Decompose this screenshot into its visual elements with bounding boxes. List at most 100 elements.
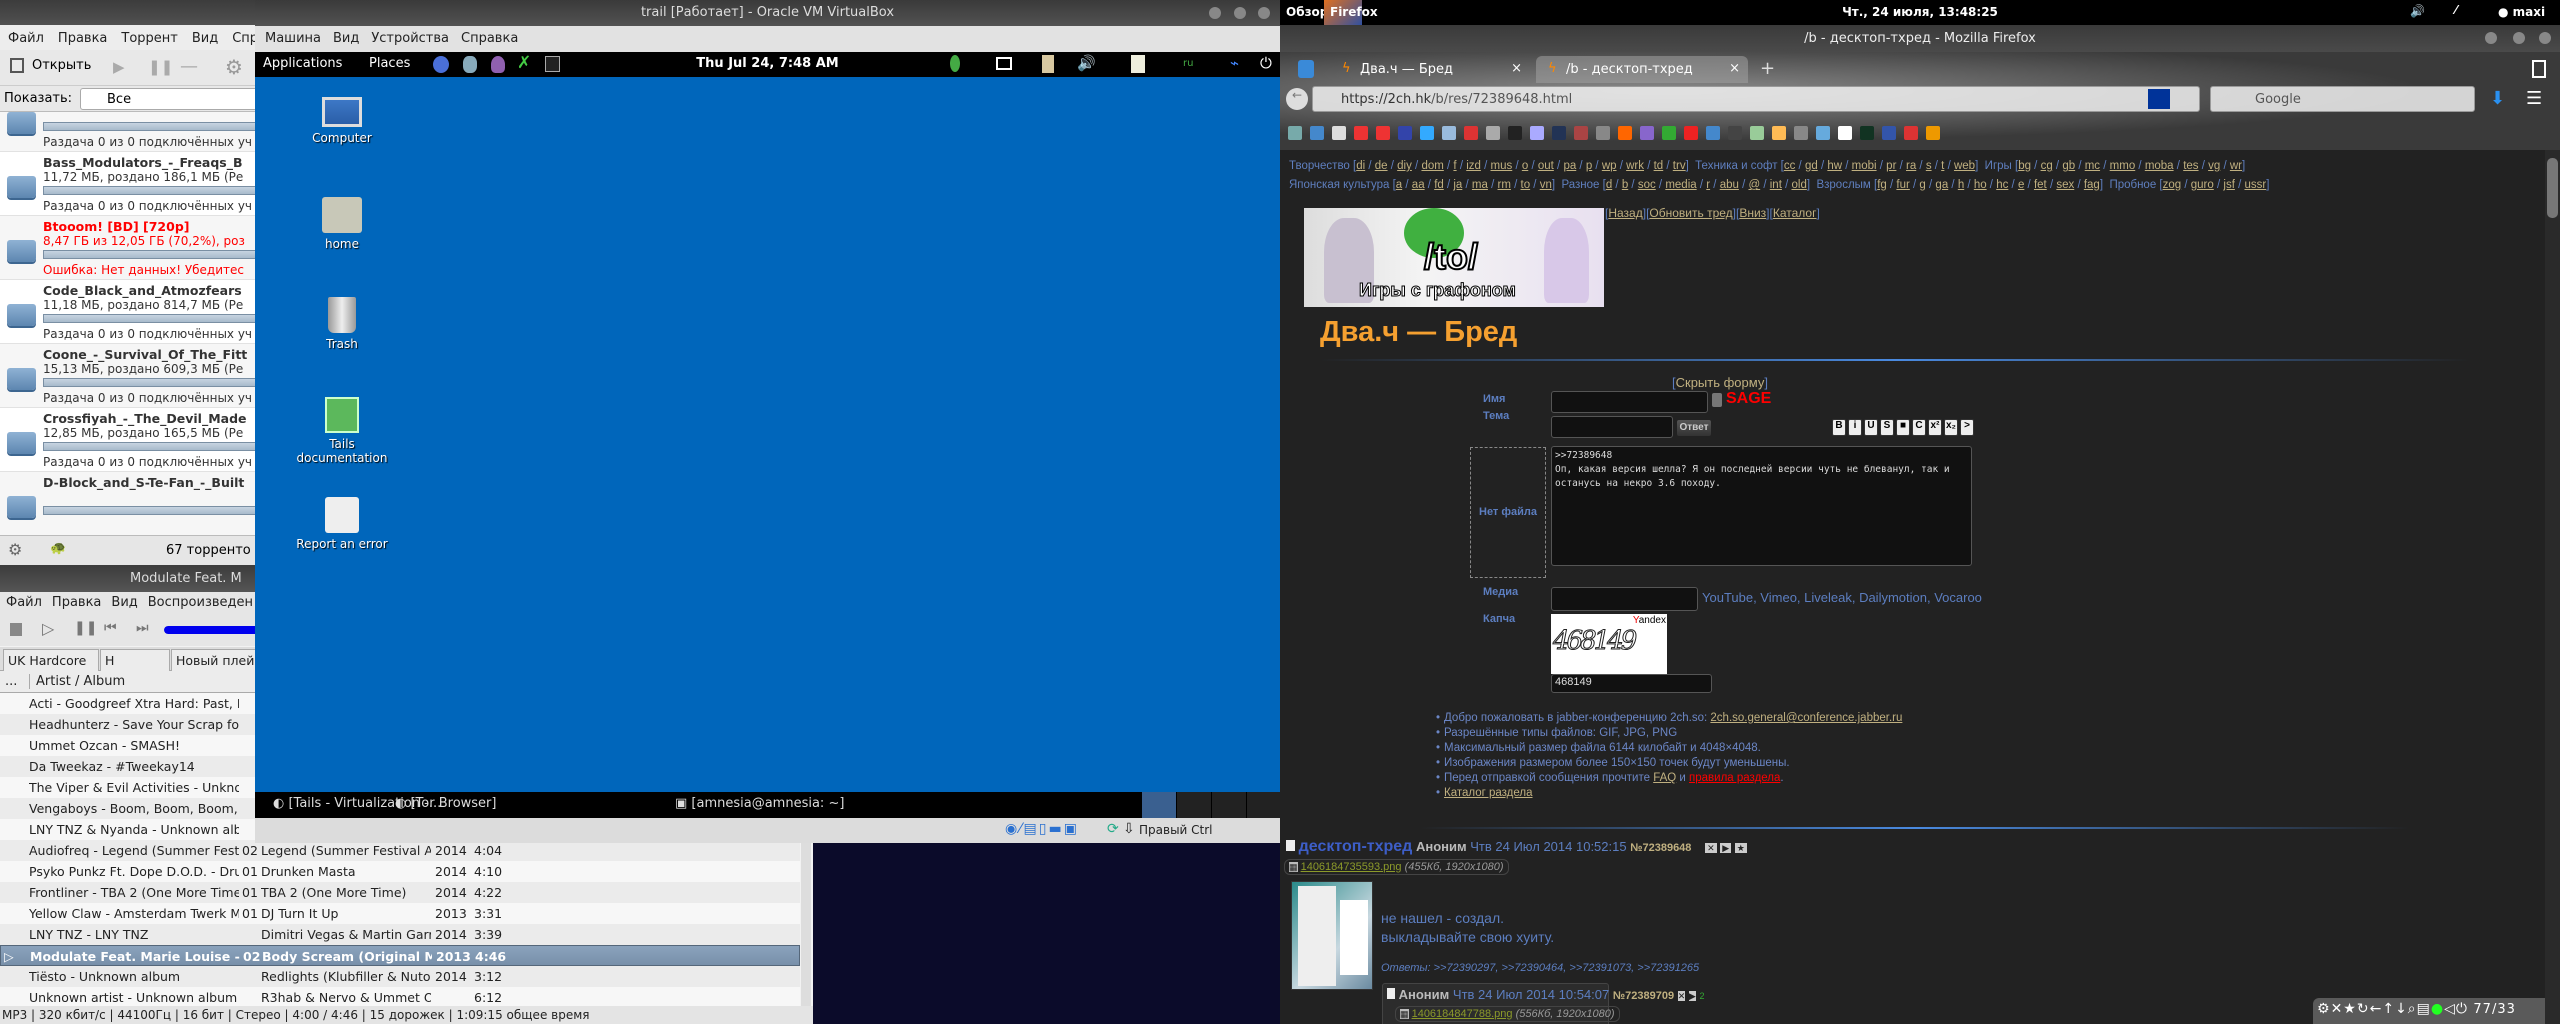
- board-link[interactable]: izd: [1466, 160, 1481, 172]
- board-link[interactable]: web: [1954, 160, 1975, 172]
- menu-edit[interactable]: Правка: [52, 595, 101, 611]
- bookmark-icon[interactable]: [1618, 126, 1632, 140]
- bookmark-icon[interactable]: [1376, 126, 1390, 140]
- menu-devices[interactable]: Устройства: [371, 31, 449, 47]
- board-link[interactable]: dom: [1421, 160, 1443, 172]
- mouse-integration-icon[interactable]: ⟳: [1107, 821, 1119, 837]
- torrent-item[interactable]: D-Block_and_S-Te-Fan_-_Built: [0, 472, 262, 535]
- maximize-button[interactable]: [2513, 32, 2525, 44]
- desktop-icon-trash[interactable]: Trash: [282, 297, 402, 351]
- translate-icon[interactable]: [1298, 60, 1314, 78]
- url-bar[interactable]: https://2ch.hk/b/res/72389648.html: [1312, 86, 2200, 112]
- eu-flag-icon[interactable]: [2148, 89, 2170, 109]
- volume-icon[interactable]: 🔊: [2410, 4, 2425, 18]
- board-link[interactable]: cc: [1784, 160, 1796, 172]
- title-bar[interactable]: [0, 0, 262, 25]
- captcha-image[interactable]: 468149 Yandex: [1551, 614, 1667, 674]
- close-tab-icon[interactable]: ×: [1511, 61, 1522, 76]
- playlist-row[interactable]: Unknown artist - Unknown album R3hab & N…: [0, 987, 800, 1006]
- board-link[interactable]: t: [1941, 160, 1944, 172]
- board-link[interactable]: to: [1521, 179, 1531, 191]
- board-link[interactable]: trv: [1673, 160, 1686, 172]
- board-link[interactable]: rm: [1498, 179, 1511, 191]
- board-link[interactable]: fg: [1877, 179, 1887, 191]
- email-icon[interactable]: [463, 56, 477, 73]
- board-link[interactable]: ma: [1472, 179, 1488, 191]
- board-link[interactable]: h: [1958, 179, 1964, 191]
- board-link[interactable]: o: [1522, 160, 1528, 172]
- minimize-button[interactable]: [1209, 7, 1221, 19]
- post-number[interactable]: №72389648: [1630, 842, 1691, 854]
- board-link[interactable]: vn: [1540, 179, 1552, 191]
- playlist-row[interactable]: Frontliner - TBA 2 (One More Time) WEB 0…: [0, 882, 800, 903]
- name-input[interactable]: [1551, 391, 1708, 413]
- board-link[interactable]: de: [1375, 160, 1388, 172]
- bookmark-icon[interactable]: [1310, 126, 1324, 140]
- bookmark-icon[interactable]: [1486, 126, 1500, 140]
- playlist-row[interactable]: Audiofreq - Legend (Summer Festival Anth…: [0, 840, 800, 861]
- format-button[interactable]: x²: [1928, 419, 1942, 436]
- board-link[interactable]: zog: [2163, 179, 2182, 191]
- power-icon[interactable]: ⏻: [1260, 54, 1272, 72]
- board-link[interactable]: fd: [1434, 179, 1444, 191]
- filter-select[interactable]: Все: [80, 88, 262, 110]
- taskbar-item-terminal[interactable]: ▣ [amnesia@amnesia: ~]: [675, 796, 844, 811]
- format-button[interactable]: i: [1848, 419, 1862, 436]
- menu-torrent[interactable]: Торрент: [121, 31, 177, 46]
- workspace-4[interactable]: [1247, 792, 1280, 818]
- user-menu[interactable]: ● maxi: [2498, 5, 2545, 19]
- message-textarea[interactable]: >>72389648 Оп, какая версия шелла? Я он …: [1551, 446, 1972, 566]
- bookmark-icon[interactable]: [1684, 126, 1698, 140]
- board-link[interactable]: ga: [1935, 179, 1948, 191]
- board-link[interactable]: gb: [2062, 160, 2075, 172]
- torrent-item[interactable]: Раздача 0 из 0 подключённых уч: [0, 112, 262, 152]
- desktop-icon-home[interactable]: home: [282, 197, 402, 251]
- pause-icon[interactable]: ❚❚: [74, 620, 97, 636]
- menu-file[interactable]: Файл: [8, 31, 44, 46]
- board-link[interactable]: vg: [2208, 160, 2220, 172]
- arrow-left-icon[interactable]: ←: [2370, 1001, 2383, 1017]
- next-icon[interactable]: ⏭: [136, 620, 149, 636]
- guest-screen[interactable]: Applications Places ✗ Thu Jul 24, 7:48 A…: [255, 52, 1280, 818]
- board-link[interactable]: soc: [1638, 179, 1656, 191]
- desktop-icon-report-error[interactable]: Report an error: [282, 497, 402, 551]
- board-link[interactable]: abu: [1720, 179, 1739, 191]
- board-rules-link[interactable]: правила раздела: [1689, 772, 1780, 784]
- bookmark-icon[interactable]: [1354, 126, 1368, 140]
- board-link[interactable]: moba: [2145, 160, 2174, 172]
- board-link[interactable]: media: [1665, 179, 1696, 191]
- reply-post-icon[interactable]: ▶: [1720, 843, 1732, 853]
- subject-input[interactable]: [1551, 416, 1673, 438]
- format-button[interactable]: x₂: [1944, 419, 1958, 436]
- power-icon[interactable]: ⏻: [2456, 1001, 2468, 1017]
- board-link[interactable]: hw: [1827, 160, 1842, 172]
- board-link[interactable]: gd: [1805, 160, 1818, 172]
- page-scrollbar[interactable]: [2545, 150, 2560, 1024]
- menu-file[interactable]: Файл: [6, 595, 42, 611]
- board-link[interactable]: out: [1538, 160, 1554, 172]
- bookmark-icon[interactable]: [1926, 126, 1940, 140]
- board-link[interactable]: mobi: [1852, 160, 1877, 172]
- board-link[interactable]: g: [1919, 179, 1925, 191]
- applications-menu[interactable]: Applications: [263, 56, 342, 71]
- taskbar-item-tor-browser[interactable]: ◐ [Tor Browser]: [395, 796, 496, 811]
- board-link[interactable]: cg: [2041, 160, 2053, 172]
- favorite-post-icon[interactable]: ★: [1734, 843, 1747, 853]
- bookmark-icon[interactable]: [1662, 126, 1676, 140]
- arrow-up-icon[interactable]: ↑: [2382, 1001, 2395, 1017]
- bookmark-icon[interactable]: [1530, 126, 1544, 140]
- menu-help[interactable]: Справка: [461, 31, 518, 47]
- board-link[interactable]: td: [1654, 160, 1664, 172]
- faq-link[interactable]: FAQ: [1653, 772, 1676, 784]
- search-bar[interactable]: Google: [2210, 86, 2475, 112]
- board-link[interactable]: fet: [2034, 179, 2047, 191]
- format-button[interactable]: >: [1960, 419, 1974, 436]
- board-link[interactable]: b: [1622, 179, 1628, 191]
- bookmark-icon[interactable]: [1398, 126, 1412, 140]
- menu-view[interactable]: Вид: [192, 31, 218, 46]
- mute-icon[interactable]: ◁: [2444, 1001, 2456, 1017]
- tab-uk-hardcore[interactable]: UK Hardcore: [3, 649, 99, 671]
- board-link[interactable]: d: [1606, 179, 1612, 191]
- board-link[interactable]: pr: [1886, 160, 1896, 172]
- star-icon[interactable]: ★: [2343, 1001, 2357, 1017]
